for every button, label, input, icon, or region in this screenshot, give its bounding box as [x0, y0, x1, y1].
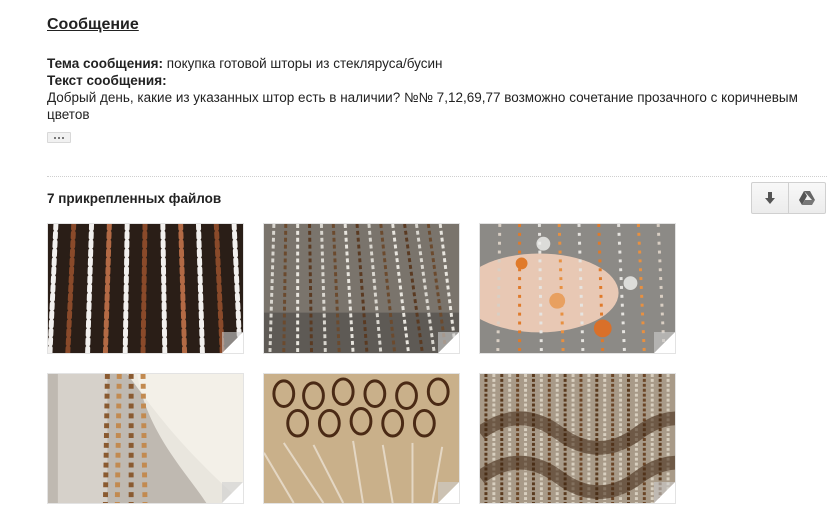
page-curl-icon [654, 332, 675, 353]
attachment-thumbnail-5[interactable] [263, 373, 460, 504]
save-to-drive-button[interactable] [789, 182, 826, 214]
page-curl-icon [438, 482, 459, 503]
page-curl-icon [222, 482, 243, 503]
attachment-thumbnail-6[interactable] [479, 373, 676, 504]
message-title[interactable]: Сообщение [47, 16, 139, 34]
bead-curtain-image [48, 224, 243, 353]
attachment-thumbnail-4[interactable] [47, 373, 244, 504]
download-all-button[interactable] [751, 182, 789, 214]
attachments-count-label: 7 прикрепленных файлов [47, 191, 222, 206]
attachments-toolbar [751, 182, 826, 214]
page-curl-icon [654, 482, 675, 503]
bead-curtain-image [48, 374, 243, 503]
download-icon [765, 192, 775, 204]
attachment-thumbnail-3[interactable] [479, 223, 676, 354]
message-body: Тема сообщения: покупка готовой шторы из… [47, 55, 807, 123]
page-curl-icon [438, 332, 459, 353]
show-trimmed-content-button[interactable] [47, 132, 71, 143]
subject-line: Тема сообщения: покупка готовой шторы из… [47, 55, 807, 72]
message-text: Добрый день, какие из указанных штор ест… [47, 90, 798, 122]
bead-curtain-image [264, 224, 459, 353]
subject-label: Тема сообщения: [47, 56, 164, 71]
page-curl-icon [222, 332, 243, 353]
text-label-line: Текст сообщения: [47, 72, 807, 89]
text-label: Текст сообщения: [47, 73, 167, 88]
google-drive-icon [799, 191, 815, 205]
bead-curtain-image [480, 374, 675, 503]
ellipsis-dot [58, 136, 60, 139]
ellipsis-dot [54, 136, 56, 139]
attachment-thumbnail-2[interactable] [263, 223, 460, 354]
attachments-divider [47, 176, 827, 177]
subject-value: покупка готовой шторы из стекляруса/буси… [163, 56, 443, 71]
ellipsis-dot [62, 136, 64, 139]
attachment-thumbnail-1[interactable] [47, 223, 244, 354]
bead-curtain-image [264, 374, 459, 503]
bead-curtain-image [480, 224, 675, 353]
